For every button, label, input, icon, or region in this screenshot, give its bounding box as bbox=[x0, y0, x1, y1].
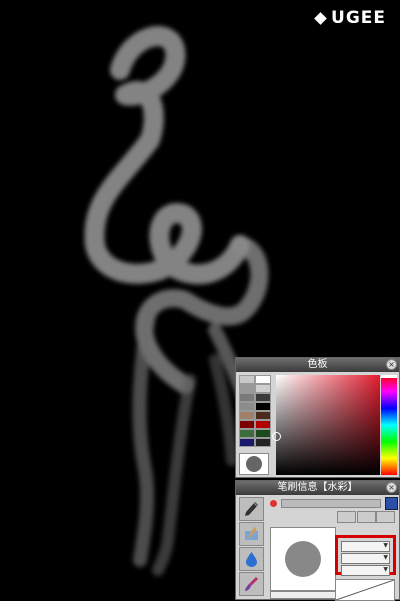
opacity-slider[interactable] bbox=[270, 591, 336, 599]
watercolor-icon bbox=[245, 527, 258, 540]
highlighted-parameter-group: ▼ ▼ ▼ bbox=[335, 535, 396, 576]
tool-watercolor[interactable] bbox=[239, 522, 264, 546]
color-swatch[interactable] bbox=[255, 393, 271, 402]
brush-shape-buttons bbox=[337, 511, 395, 523]
record-dot-icon bbox=[270, 499, 277, 507]
color-swatch[interactable] bbox=[239, 375, 255, 384]
current-color-dot bbox=[246, 456, 262, 472]
swatch-column bbox=[239, 375, 271, 475]
brush-settings: ▼ ▼ ▼ bbox=[267, 496, 398, 601]
brush-size-slider[interactable] bbox=[281, 498, 381, 508]
color-swatch[interactable] bbox=[239, 420, 255, 429]
brush-preview bbox=[270, 527, 336, 591]
color-swatch[interactable] bbox=[239, 393, 255, 402]
brand-logo-text: UGEE bbox=[331, 8, 386, 28]
color-swatch[interactable] bbox=[239, 384, 255, 393]
color-picker-marker[interactable] bbox=[272, 432, 281, 441]
color-swatch[interactable] bbox=[255, 429, 271, 438]
brush-info-panel: 笔刷信息【水彩】 × ▼ ▼ ▼ bbox=[235, 480, 400, 601]
color-swatch[interactable] bbox=[255, 420, 271, 429]
swatch-grid bbox=[239, 375, 271, 447]
color-panel-title: 色板 bbox=[307, 359, 328, 370]
color-swatch[interactable] bbox=[255, 384, 271, 393]
color-swatch[interactable] bbox=[239, 438, 255, 447]
close-icon[interactable]: × bbox=[386, 482, 397, 493]
color-panel-titlebar[interactable]: 色板 × bbox=[236, 358, 399, 372]
round-tip-button[interactable] bbox=[337, 511, 356, 523]
parameter-dropdown-3[interactable]: ▼ bbox=[341, 565, 390, 576]
tool-brush[interactable] bbox=[239, 572, 264, 596]
color-swatch[interactable] bbox=[255, 411, 271, 420]
color-swatch[interactable] bbox=[239, 429, 255, 438]
brand-logo: UGEE bbox=[314, 8, 386, 28]
drop-icon bbox=[246, 552, 257, 567]
color-swatch[interactable] bbox=[239, 402, 255, 411]
dots-tip-button[interactable] bbox=[356, 511, 376, 523]
brush-panel-title: 笔刷信息【水彩】 bbox=[277, 482, 358, 493]
tool-drop[interactable] bbox=[239, 547, 264, 571]
color-palette-panel: 色板 × bbox=[235, 357, 400, 478]
pen-icon bbox=[245, 502, 258, 516]
parameter-dropdown-2[interactable]: ▼ bbox=[341, 553, 390, 564]
parameter-dropdown-1[interactable]: ▼ bbox=[341, 541, 390, 552]
color-swatch[interactable] bbox=[239, 411, 255, 420]
close-icon[interactable]: × bbox=[386, 359, 397, 370]
diamond-icon bbox=[314, 11, 327, 25]
brush-tool-list bbox=[239, 497, 264, 599]
chevron-down-icon: ▼ bbox=[383, 566, 388, 573]
pressure-curve[interactable] bbox=[335, 579, 395, 601]
brush-panel-titlebar[interactable]: 笔刷信息【水彩】 × bbox=[236, 481, 399, 495]
brush-preview-dot bbox=[285, 541, 321, 577]
current-color-well[interactable] bbox=[239, 453, 269, 475]
chevron-down-icon: ▼ bbox=[383, 554, 388, 561]
color-swatch[interactable] bbox=[255, 402, 271, 411]
hue-slider-handle[interactable] bbox=[381, 375, 397, 378]
color-swatch[interactable] bbox=[255, 438, 271, 447]
chevron-down-icon: ▼ bbox=[383, 542, 388, 549]
brush-size-row bbox=[267, 496, 398, 510]
save-icon[interactable] bbox=[385, 496, 398, 510]
saturation-value-field[interactable] bbox=[272, 375, 380, 475]
flat-tip-button[interactable] bbox=[376, 511, 395, 523]
hue-slider[interactable] bbox=[381, 375, 397, 475]
color-swatch[interactable] bbox=[255, 375, 271, 384]
brush-icon bbox=[245, 577, 258, 591]
tool-pen[interactable] bbox=[239, 497, 264, 521]
